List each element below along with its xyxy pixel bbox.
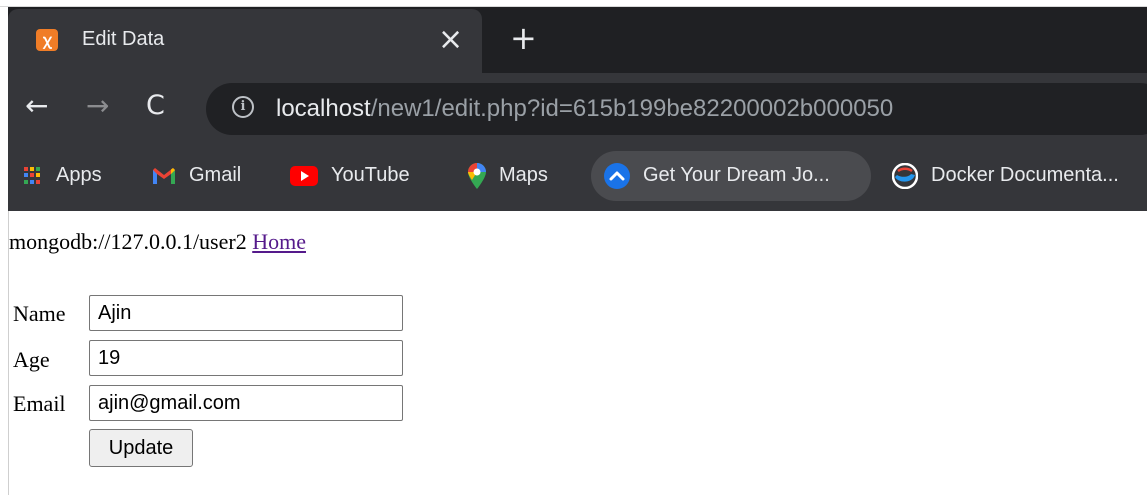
tab-edit-data[interactable]: ꭓ Edit Data × [8,9,482,73]
reload-button[interactable]: C [146,89,165,123]
address-bar[interactable]: i localhost/new1/edit.php?id=615b199be82… [206,83,1147,135]
bookmark-label: YouTube [331,164,410,186]
connection-line: mongodb://127.0.0.1/user2 Home [9,229,306,255]
bookmark-label: Gmail [189,164,242,186]
url-host: localhost [276,95,371,122]
gmail-icon [153,167,175,184]
docker-icon [892,162,918,189]
home-link[interactable]: Home [252,229,306,254]
bookmark-gmail[interactable]: Gmail [152,161,241,189]
tab-strip: ꭓ Edit Data × + [8,7,1147,73]
name-label: Name [13,301,66,326]
forward-button[interactable]: → [86,89,109,123]
tab-title: Edit Data [82,28,165,50]
email-label: Email [13,391,66,416]
age-label: Age [13,347,50,372]
chevron-up-circle-icon [604,162,630,189]
bookmark-label: Get Your Dream Jo... [643,164,830,186]
update-button[interactable]: Update [89,429,193,467]
bookmark-label: Maps [499,164,548,186]
url-path: /new1/edit.php?id=615b199be82200002b0000… [370,95,894,122]
browser-toolbar: ← → C i localhost/new1/edit.php?id=615b1… [8,73,1147,143]
maps-pin-icon [468,162,486,189]
bookmarks-bar: Apps Gmail YouTube Maps Get Your Dream J… [8,143,1147,211]
bookmark-docker-documentation[interactable]: Docker Documenta... [892,161,1119,189]
bookmark-label: Docker Documenta... [931,164,1119,186]
url-text: localhost/new1/edit.php?id=615b199be8220… [276,95,893,123]
info-icon[interactable]: i [232,96,254,118]
apps-grid-icon [24,166,42,185]
youtube-icon [290,165,318,186]
back-button[interactable]: ← [25,89,48,123]
xampp-icon: ꭓ [36,29,58,51]
new-tab-button[interactable]: + [510,21,537,55]
page-content: mongodb://127.0.0.1/user2 Home Name Age … [8,211,1147,495]
bookmark-maps[interactable]: Maps [468,161,548,189]
name-field[interactable] [89,295,403,331]
bookmark-youtube[interactable]: YouTube [290,161,410,189]
window-top-border [0,0,1147,7]
connection-string: mongodb://127.0.0.1/user2 [9,229,247,254]
close-icon[interactable]: × [438,23,463,57]
bookmark-apps[interactable]: Apps [24,161,102,189]
email-field[interactable] [89,385,403,421]
bookmark-get-your-dream-job[interactable]: Get Your Dream Jo... [604,161,830,189]
bookmark-label: Apps [56,164,102,186]
age-field[interactable] [89,340,403,376]
